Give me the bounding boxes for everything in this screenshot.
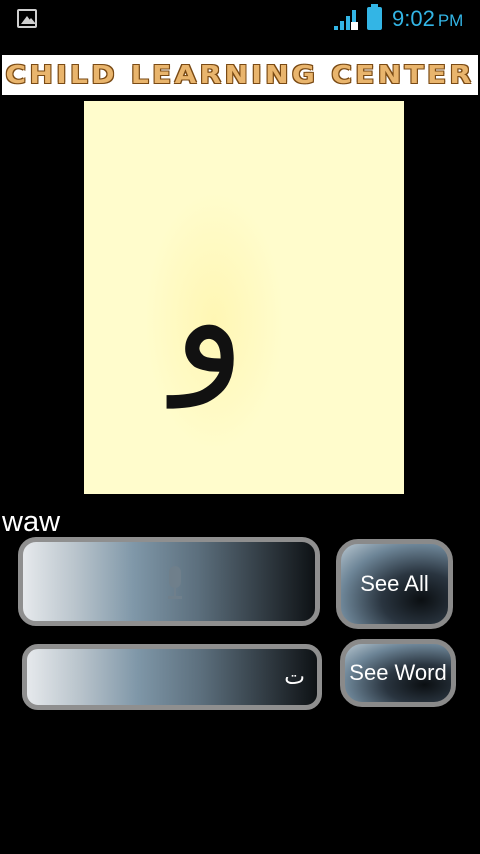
see-all-button[interactable]: See All — [336, 539, 453, 629]
banner-title: CHILD LEARNING CENTER — [5, 60, 475, 89]
status-bar: 9:02 PM — [0, 0, 480, 38]
clock-time: 9:02 — [392, 6, 435, 31]
see-word-button[interactable]: See Word — [340, 639, 456, 707]
letter-card: و — [84, 101, 404, 494]
signal-icon — [334, 10, 358, 30]
microphone-icon — [168, 566, 182, 599]
answer-field[interactable]: ت — [22, 644, 322, 710]
clock: 9:02 PM — [392, 6, 463, 32]
gallery-icon — [17, 9, 37, 28]
banner: CHILD LEARNING CENTER — [2, 55, 478, 95]
answer-field-value: ت — [284, 665, 305, 690]
clock-ampm: PM — [437, 11, 464, 30]
battery-icon — [367, 4, 382, 30]
letter-glyph: و — [172, 234, 246, 408]
speak-button[interactable] — [18, 537, 320, 626]
letter-name: waw — [2, 506, 61, 538]
